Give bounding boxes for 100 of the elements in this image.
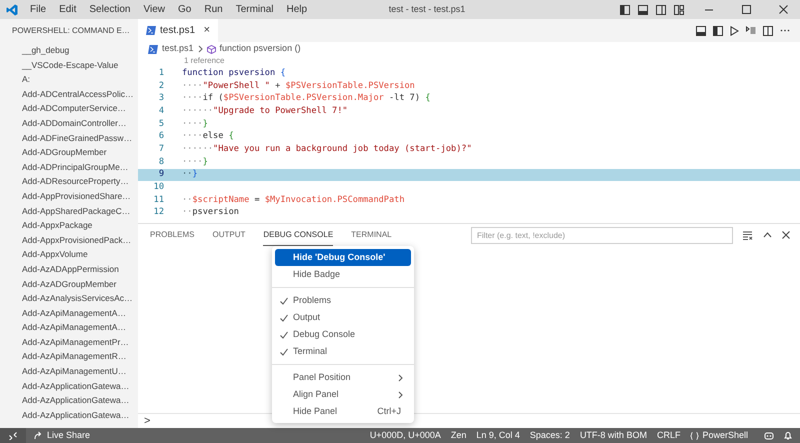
command-item[interactable]: Add-ADDomainController… (0, 116, 138, 131)
menu-item[interactable]: Run (198, 2, 229, 17)
command-item[interactable]: Add-ADFineGrainedPassw… (0, 130, 138, 146)
menu-option[interactable]: Output (275, 309, 411, 326)
status-item[interactable]: CRLF (656, 428, 680, 442)
line-number: 10 (152, 181, 165, 194)
app-logo-icon (6, 4, 18, 16)
menu-option[interactable]: Terminal (275, 343, 411, 360)
line-number: 11 (152, 194, 165, 207)
panel-tab[interactable]: TERMINAL (351, 224, 392, 246)
code-line: ····if ($PSVersionTable.PSVersion.Major -lt 7) { (181, 92, 430, 106)
line-number: 7 (158, 143, 165, 156)
codelens-text[interactable]: 1 reference (184, 55, 224, 67)
bell-icon[interactable] (784, 431, 792, 440)
menu-option[interactable]: Panel Position (275, 369, 411, 386)
panel-toggle-icon[interactable] (696, 26, 706, 36)
menu-option[interactable]: Hide 'Debug Console' (275, 249, 411, 266)
code-line: ····"PowerShell " + $PSVersionTable.PSVersion (181, 80, 415, 92)
code-line: ····} (181, 156, 208, 169)
layout-grid-icon[interactable] (674, 4, 684, 14)
command-item[interactable]: Add-AzApplicationGatewa… (0, 408, 138, 422)
command-item[interactable]: A: (0, 72, 138, 87)
command-item[interactable]: Add-AzApiManagementA… (0, 306, 138, 320)
command-item[interactable]: Add-AzApiManagementU… (0, 364, 138, 379)
command-item[interactable]: Add-AzAnalysisServicesAc… (0, 291, 138, 306)
maximize-icon[interactable] (742, 5, 751, 14)
menu-option[interactable]: Problems (275, 292, 411, 310)
panel-layout-icon[interactable] (638, 4, 648, 14)
close-icon[interactable] (779, 5, 788, 14)
menu-option[interactable]: Hide Badge (275, 266, 411, 284)
command-item[interactable]: __VSCode-Escape-Value (0, 58, 138, 72)
breadcrumb-item[interactable]: function psversion () (220, 42, 301, 56)
split-layout-icon[interactable] (656, 4, 666, 14)
status-item[interactable]: Zen (450, 428, 466, 442)
code-line: ····} (181, 118, 208, 131)
status-item[interactable]: Spaces: 2 (530, 428, 570, 442)
line-number: 5 (158, 118, 165, 131)
command-item[interactable]: Add-ADGroupMember (0, 145, 138, 160)
line-number: 12 (152, 206, 165, 220)
line-number: 4 (158, 104, 165, 118)
status-item[interactable]: UTF-8 with BOM (580, 428, 647, 442)
line-number: 9 (158, 168, 165, 182)
menu-option[interactable]: Hide Panel Ctrl+J (275, 403, 411, 420)
menu-item[interactable]: Go (172, 2, 198, 17)
split-editor-icon[interactable] (763, 26, 773, 36)
command-item[interactable]: Add-AzApplicationGatewa… (0, 393, 138, 408)
command-item[interactable]: Add-AppProvisionedShare… (0, 188, 138, 204)
command-item[interactable]: Add-AppxProvisionedPack… (0, 232, 138, 248)
menu-item[interactable]: File (24, 2, 52, 17)
run-selection-icon[interactable] (746, 26, 756, 35)
command-item[interactable]: Add-AppSharedPackageC… (0, 204, 138, 218)
panel-tab[interactable]: OUTPUT (212, 224, 246, 246)
status-item[interactable]: U+000D, U+000A (370, 428, 441, 442)
command-item[interactable]: Add-AppxVolume (0, 247, 138, 262)
close-panel-icon[interactable] (782, 231, 790, 240)
line-number: 6 (158, 130, 165, 144)
live-share-button[interactable]: Live Share (34, 428, 90, 442)
line-number: 3 (158, 92, 165, 106)
command-item[interactable]: Add-AzApiManagementR… (0, 349, 138, 364)
close-tab-icon[interactable]: × (204, 22, 210, 39)
command-item[interactable]: Add-ADCentralAccessPolic… (0, 86, 138, 102)
command-item[interactable]: Add-AzApiManagementPr… (0, 334, 138, 350)
braces-icon (690, 432, 700, 440)
command-item[interactable]: Add-AppxPackage (0, 218, 138, 233)
code-line: ··} (181, 168, 198, 182)
menu-option[interactable]: Align Panel (275, 386, 411, 404)
code-line: ··$scriptName = $MyInvocation.PSCommandPath (181, 194, 405, 207)
filter-input[interactable]: Filter (e.g. text, !exclude) (471, 226, 733, 244)
code-line: ····else { (181, 130, 234, 144)
sidebar-layout-icon[interactable] (620, 4, 630, 14)
remote-button[interactable] (0, 428, 26, 443)
sidebar-toggle-icon[interactable] (713, 26, 723, 36)
menu-item[interactable]: View (138, 2, 171, 17)
command-item[interactable]: Add-AzADAppPermission (0, 262, 138, 276)
command-item[interactable]: Add-AzApiManagementA… (0, 320, 138, 335)
menu-option[interactable]: Debug Console (275, 326, 411, 344)
command-item[interactable]: Add-ADResourceProperty… (0, 174, 138, 189)
menu-item[interactable]: Terminal (230, 2, 280, 17)
menu-item[interactable]: Help (280, 2, 314, 17)
menu-item[interactable]: Selection (83, 2, 136, 17)
run-icon[interactable] (730, 26, 739, 36)
code-line: ··psversion (181, 206, 239, 220)
command-item[interactable]: Add-AzADGroupMember (0, 276, 138, 292)
status-item[interactable]: Ln 9, Col 4 (476, 428, 520, 442)
powershell-file-icon (148, 44, 158, 54)
menu-item[interactable]: Edit (53, 2, 82, 17)
clear-console-icon[interactable] (743, 230, 753, 240)
code-line: ······"Have you run a background job today (start-job)?" (181, 143, 472, 156)
command-item[interactable]: __gh_debug (0, 43, 138, 58)
more-actions-icon[interactable] (780, 29, 790, 32)
breadcrumb-item[interactable]: test.ps1 (162, 42, 194, 56)
window-title: test - test - test.ps1 (388, 2, 466, 16)
editor-tab[interactable]: test.ps1 × (138, 19, 218, 42)
chevron-up-icon[interactable] (763, 232, 772, 238)
command-item[interactable]: Add-ADPrincipalGroupMe… (0, 160, 138, 174)
command-item[interactable]: Add-AzApplicationGatewa… (0, 378, 138, 394)
language-mode-button[interactable]: PowerShell (690, 428, 748, 442)
panel-tab[interactable]: PROBLEMS (150, 224, 194, 246)
command-item[interactable]: Add-ADComputerService… (0, 101, 138, 116)
feedback-icon[interactable] (764, 431, 774, 440)
